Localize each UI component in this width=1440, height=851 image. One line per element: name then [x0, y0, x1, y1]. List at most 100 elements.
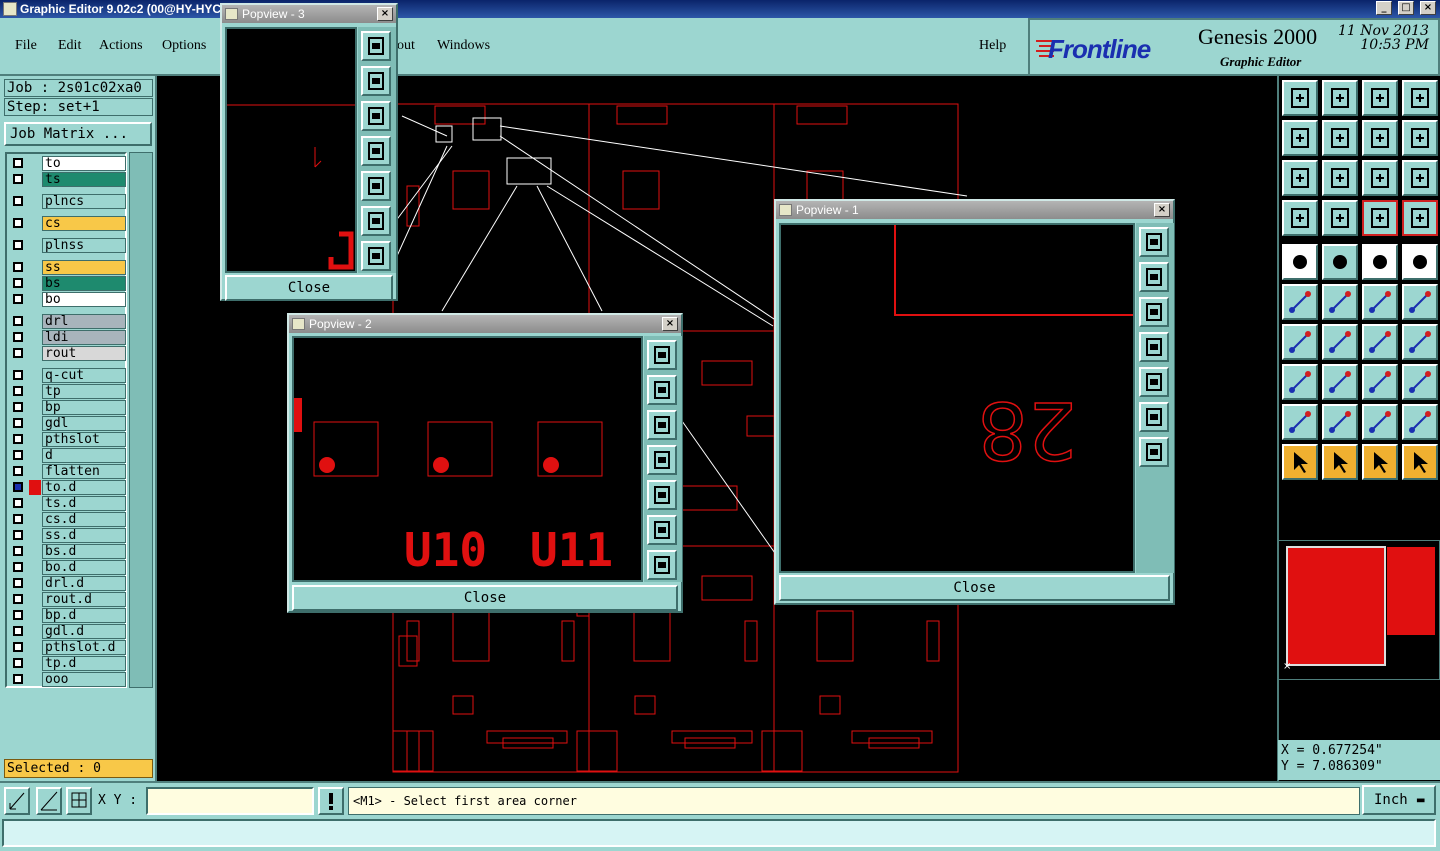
layer-checkbox[interactable] [13, 418, 23, 428]
layer-name[interactable]: bo [42, 292, 126, 307]
toolbar-button[interactable] [1282, 444, 1318, 480]
popview-3-close-button[interactable]: Close [225, 275, 393, 301]
popview-tool-button[interactable] [361, 206, 391, 236]
layer-row[interactable]: d [9, 448, 126, 463]
toolbar-button[interactable] [1362, 364, 1398, 400]
toolbar-button[interactable] [1362, 200, 1398, 236]
layer-row[interactable]: plncs [9, 194, 126, 209]
popview-tool-button[interactable] [647, 410, 677, 440]
popview-tool-button[interactable] [361, 66, 391, 96]
layer-row[interactable]: tp.d [9, 656, 126, 671]
layer-name[interactable]: ooo [42, 672, 126, 687]
toolbar-button[interactable] [1402, 160, 1438, 196]
layer-row[interactable]: gdl.d [9, 624, 126, 639]
layer-name[interactable]: bs.d [42, 544, 126, 559]
popview-1-titlebar[interactable]: Popview - 1 × [776, 201, 1173, 219]
close-icon[interactable]: × [662, 317, 678, 331]
popview-tool-button[interactable] [1139, 262, 1169, 292]
layer-name[interactable]: to [42, 156, 126, 171]
layer-name[interactable]: to.d [42, 480, 126, 495]
command-line[interactable] [2, 819, 1436, 847]
layer-row[interactable]: tp [9, 384, 126, 399]
layer-checkbox[interactable] [13, 370, 23, 380]
layer-checkbox[interactable] [13, 174, 23, 184]
layer-row[interactable]: ooo [9, 672, 126, 687]
popview-3-window[interactable]: Popview - 3 × Close [220, 3, 398, 301]
layer-name[interactable]: tp [42, 384, 126, 399]
layer-row[interactable]: to [9, 156, 126, 171]
popview-3-view[interactable] [225, 27, 357, 273]
popview-tool-button[interactable] [647, 445, 677, 475]
popview-tool-button[interactable] [361, 101, 391, 131]
layer-row[interactable]: rout.d [9, 592, 126, 607]
toolbar-button[interactable] [1282, 200, 1318, 236]
toolbar-button[interactable] [1322, 200, 1358, 236]
layer-checkbox[interactable] [13, 514, 23, 524]
layer-checkbox[interactable] [13, 674, 23, 684]
toolbar-button[interactable] [1282, 364, 1318, 400]
popview-tool-button[interactable] [1139, 227, 1169, 257]
toolbar-button[interactable] [1362, 284, 1398, 320]
toolbar-button[interactable] [1402, 364, 1438, 400]
layer-checkbox[interactable] [13, 262, 23, 272]
layer-name[interactable]: ldi [42, 330, 126, 345]
layer-name[interactable]: bp [42, 400, 126, 415]
popview-tool-button[interactable] [361, 171, 391, 201]
toolbar-button[interactable] [1362, 120, 1398, 156]
layer-checkbox[interactable] [13, 240, 23, 250]
minimap-view[interactable]: × [1279, 541, 1439, 679]
popview-tool-button[interactable] [1139, 297, 1169, 327]
menu-options[interactable]: Options [162, 38, 206, 54]
job-matrix-button[interactable]: Job Matrix ... [4, 122, 152, 146]
popview-tool-button[interactable] [647, 340, 677, 370]
popview-tool-button[interactable] [647, 480, 677, 510]
toolbar-button[interactable] [1282, 284, 1318, 320]
layer-row[interactable]: ss [9, 260, 126, 275]
layer-row[interactable]: gdl [9, 416, 126, 431]
toolbar-button[interactable] [1322, 364, 1358, 400]
layer-row[interactable]: ts.d [9, 496, 126, 511]
layer-name[interactable]: q-cut [42, 368, 126, 383]
layer-name[interactable]: gdl.d [42, 624, 126, 639]
menu-windows[interactable]: Windows [437, 38, 490, 54]
popview-tool-button[interactable] [1139, 367, 1169, 397]
alert-button[interactable] [318, 787, 344, 815]
toolbar-button[interactable] [1362, 444, 1398, 480]
measure-button[interactable] [36, 787, 62, 815]
toolbar-button[interactable] [1322, 324, 1358, 360]
layer-checkbox[interactable] [13, 278, 23, 288]
toolbar-button[interactable] [1402, 444, 1438, 480]
popview-2-view[interactable]: U10 U11 [292, 336, 643, 582]
layer-name[interactable]: bo.d [42, 560, 126, 575]
layer-row[interactable]: q-cut [9, 368, 126, 383]
popview-tool-button[interactable] [647, 515, 677, 545]
layer-row[interactable]: cs.d [9, 512, 126, 527]
layer-name[interactable]: rout [42, 346, 126, 361]
popview-tool-button[interactable] [361, 136, 391, 166]
zoom-area-button[interactable] [4, 787, 30, 815]
layer-checkbox[interactable] [13, 610, 23, 620]
layer-name[interactable]: ss.d [42, 528, 126, 543]
layer-row[interactable]: bo.d [9, 560, 126, 575]
layer-scrollbar[interactable] [129, 152, 153, 688]
layer-name[interactable]: plnss [42, 238, 126, 253]
toolbar-button[interactable] [1322, 244, 1358, 280]
close-icon[interactable]: × [377, 7, 393, 21]
layer-checkbox[interactable] [13, 578, 23, 588]
toolbar-button[interactable] [1282, 160, 1318, 196]
layer-checkbox[interactable] [13, 158, 23, 168]
grid-button[interactable] [66, 787, 92, 815]
close-icon[interactable]: × [1154, 203, 1170, 217]
layer-row[interactable]: bo [9, 292, 126, 307]
toolbar-button[interactable] [1322, 160, 1358, 196]
layer-row[interactable]: ldi [9, 330, 126, 345]
menu-actions[interactable]: Actions [99, 38, 143, 54]
toolbar-button[interactable] [1402, 120, 1438, 156]
layer-checkbox[interactable] [13, 658, 23, 668]
popview-1-window[interactable]: Popview - 1 × 28 Close [774, 199, 1175, 605]
layer-row[interactable]: bs [9, 276, 126, 291]
layer-name[interactable]: cs.d [42, 512, 126, 527]
toolbar-button[interactable] [1402, 244, 1438, 280]
layer-checkbox[interactable] [13, 466, 23, 476]
layer-name[interactable]: cs [42, 216, 126, 231]
